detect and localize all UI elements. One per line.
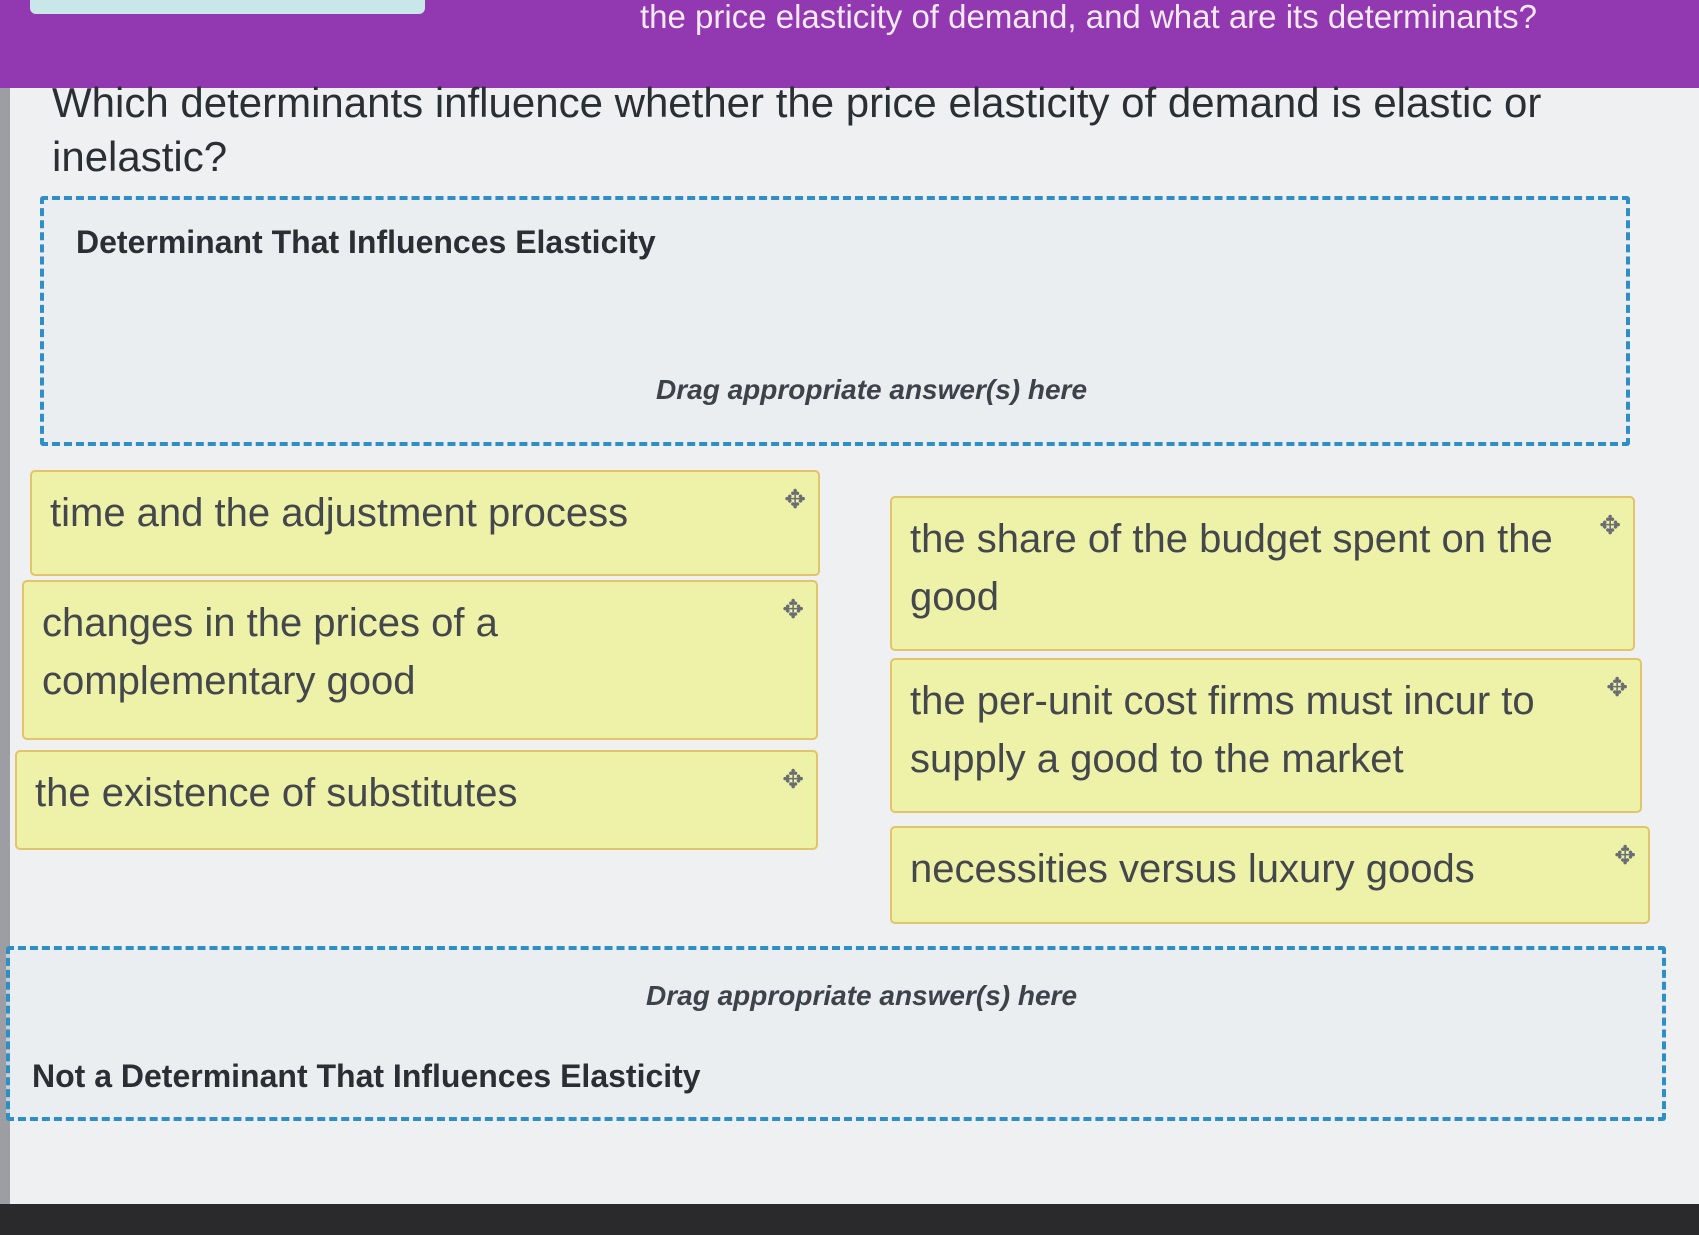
- answer-chip-label: changes in the prices of a complementary…: [42, 601, 498, 703]
- move-icon[interactable]: ✥: [782, 596, 804, 622]
- dropzone-heading-not-determinant: Not a Determinant That Influences Elasti…: [32, 1058, 701, 1094]
- header-tab[interactable]: [30, 0, 425, 14]
- answer-chip-time-adjustment[interactable]: time and the adjustment process ✥: [30, 470, 820, 576]
- move-icon[interactable]: ✥: [1606, 674, 1628, 700]
- move-icon[interactable]: ✥: [784, 486, 806, 512]
- header-title: the price elasticity of demand, and what…: [640, 0, 1537, 35]
- answer-chip-complementary-good[interactable]: changes in the prices of a complementary…: [22, 580, 818, 740]
- dropzone-not-determinant[interactable]: Drag appropriate answer(s) here Not a De…: [6, 946, 1666, 1121]
- move-icon[interactable]: ✥: [1599, 512, 1621, 538]
- device-bezel: [0, 1204, 1699, 1235]
- dropzone-hint-determinant: Drag appropriate answer(s) here: [656, 374, 1088, 405]
- answer-chip-substitutes[interactable]: the existence of substitutes ✥: [15, 750, 818, 850]
- dropzone-determinant[interactable]: Determinant That Influences Elasticity D…: [40, 196, 1630, 446]
- question-text: Which determinants influence whether the…: [52, 79, 1542, 180]
- answer-chip-label: necessities versus luxury goods: [910, 847, 1475, 891]
- answer-chip-label: time and the adjustment process: [50, 491, 629, 535]
- answer-chip-per-unit-cost[interactable]: the per-unit cost firms must incur to su…: [890, 658, 1642, 813]
- answer-chip-label: the share of the budget spent on the goo…: [910, 517, 1553, 619]
- dropzone-heading-determinant: Determinant That Influences Elasticity: [76, 224, 656, 260]
- move-icon[interactable]: ✥: [782, 766, 804, 792]
- answer-chip-label: the existence of substitutes: [35, 771, 518, 815]
- answer-chip-necessities-luxury[interactable]: necessities versus luxury goods ✥: [890, 826, 1650, 924]
- answer-chip-budget-share[interactable]: the share of the budget spent on the goo…: [890, 496, 1635, 651]
- answer-chip-label: the per-unit cost firms must incur to su…: [910, 679, 1535, 781]
- dropzone-hint-not-determinant: Drag appropriate answer(s) here: [646, 980, 1078, 1011]
- move-icon[interactable]: ✥: [1614, 842, 1636, 868]
- header-bar: the price elasticity of demand, and what…: [0, 0, 1699, 88]
